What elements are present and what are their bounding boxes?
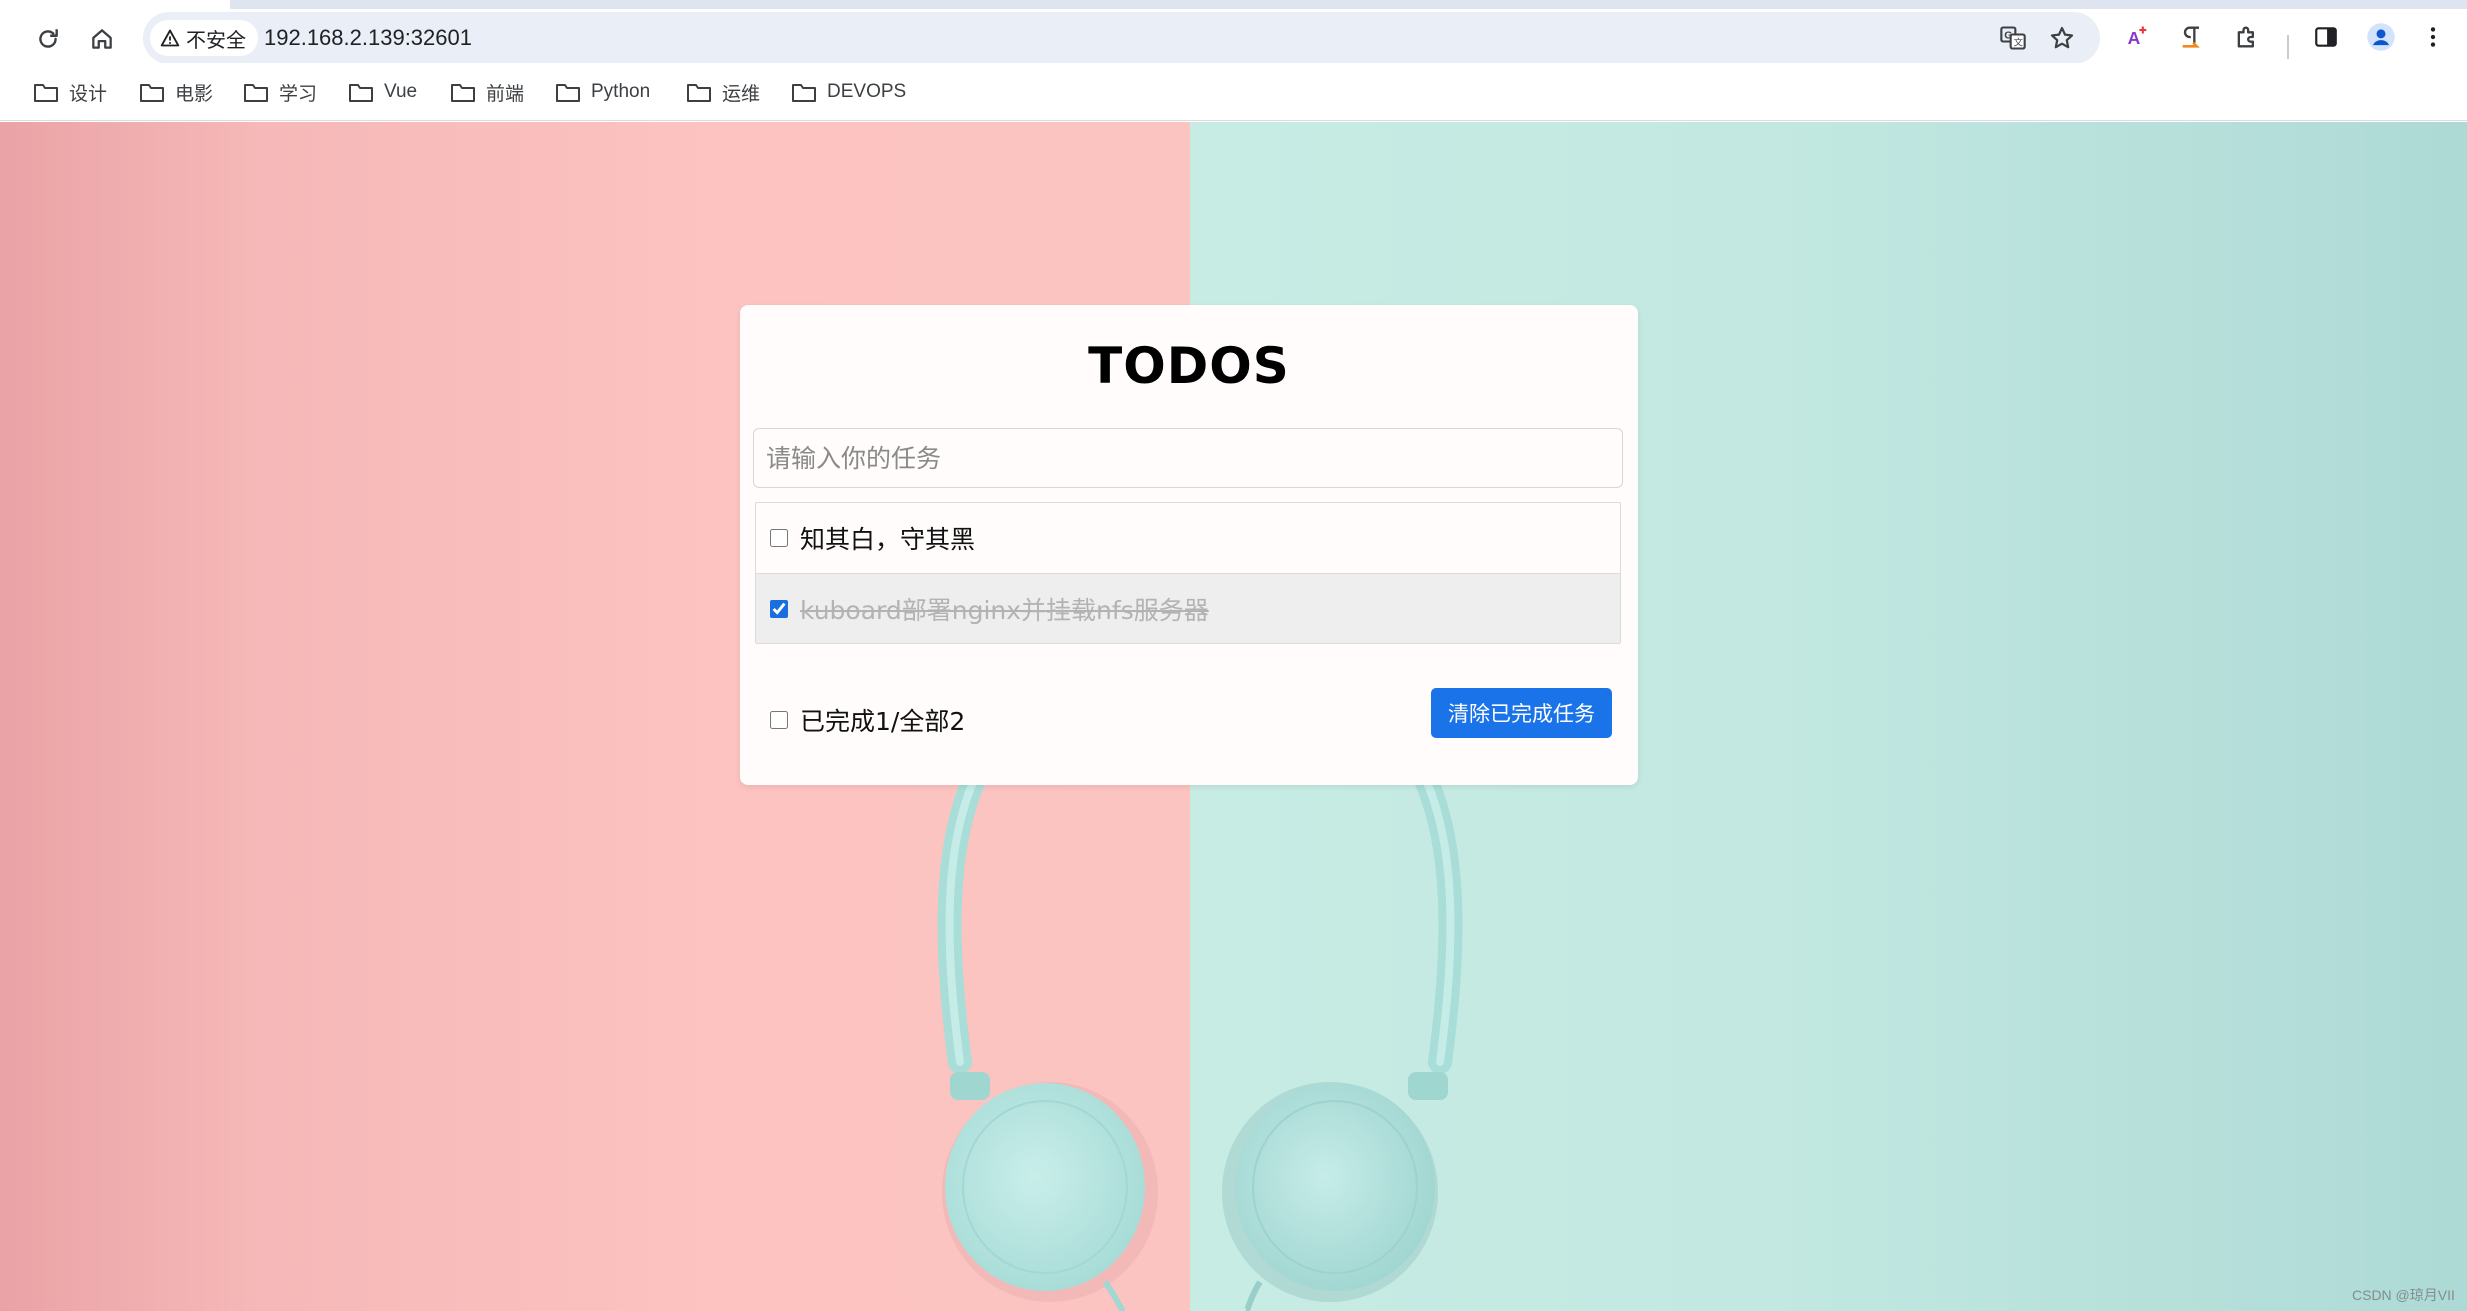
page-viewport: TODOS 知其白，守其黑 kuboard部署nginx并挂载nfs服务器 已完… [0,122,2467,1311]
bookmark-folder-ops[interactable]: 运维 [686,77,760,107]
security-chip[interactable]: 不安全 [150,20,258,56]
folder-icon [349,84,373,102]
select-all-toggle[interactable]: 已完成1/全部2 [770,702,965,738]
bookmark-folder-vue[interactable]: Vue [348,77,417,107]
extension-puzzle-icon[interactable] [2229,19,2265,55]
todo-item-checkbox[interactable] [770,599,788,618]
profile-icon[interactable] [2363,19,2399,55]
warning-icon [160,29,180,47]
task-input[interactable] [753,428,1623,488]
bookmark-label: Vue [384,81,418,102]
active-tab[interactable] [0,0,230,9]
bookmark-folder-movies[interactable]: 电影 [139,77,213,107]
todo-item-done[interactable]: kuboard部署nginx并挂载nfs服务器 [756,573,1620,643]
folder-icon [140,84,164,102]
address-bar[interactable]: 不安全 192.168.2.139:32601 G文 [143,12,2100,64]
todo-item-text: 知其白，守其黑 [800,525,976,554]
bookmark-label: 电影 [175,83,214,105]
bookmarks-bar: 设计 电影 学习 Vue 前端 Python 运维 DEVOPS [0,63,2467,121]
completion-summary: 已完成1/全部2 [800,707,966,736]
todo-item-checkbox[interactable] [770,529,788,547]
svg-text:A: A [2128,28,2141,48]
folder-icon [687,84,711,102]
bookmark-folder-design[interactable]: 设计 [33,77,107,107]
folder-icon [556,84,580,102]
menu-icon[interactable] [2415,19,2451,55]
bookmark-folder-python[interactable]: Python [555,77,650,107]
bookmark-folder-study[interactable]: 学习 [243,77,317,107]
todo-item[interactable]: 知其白，守其黑 [756,503,1620,573]
bookmark-label: DEVOPS [827,81,907,102]
todo-card: TODOS 知其白，守其黑 kuboard部署nginx并挂载nfs服务器 已完… [740,305,1638,785]
home-icon[interactable] [84,21,120,57]
todo-list: 知其白，守其黑 kuboard部署nginx并挂载nfs服务器 [755,502,1621,644]
paragraph-extension-icon[interactable] [2174,19,2210,55]
folder-icon [244,84,268,102]
security-label: 不安全 [186,29,246,52]
folder-icon [451,84,475,102]
star-icon[interactable] [2046,22,2078,54]
svg-text:文: 文 [2014,37,2023,49]
bookmark-folder-frontend[interactable]: 前端 [450,77,524,107]
folder-icon [34,84,58,102]
bookmark-label: 学习 [279,83,318,105]
browser-toolbar: 不安全 192.168.2.139:32601 G文 A [0,9,2467,64]
bookmark-label: 设计 [69,83,108,105]
reload-icon[interactable] [30,21,66,57]
folder-icon [792,84,816,102]
toolbar-separator [2287,35,2289,59]
clear-completed-button[interactable]: 清除已完成任务 [1431,688,1612,738]
translate-icon[interactable]: G文 [1997,22,2029,54]
bookmark-label: Python [591,81,651,102]
reader-extension-icon[interactable]: A [2119,19,2155,55]
page-title: TODOS [1088,337,1290,395]
tab-strip [0,0,2467,9]
select-all-checkbox[interactable] [770,711,788,729]
sidebar-icon[interactable] [2308,19,2344,55]
bookmark-folder-devops[interactable]: DEVOPS [791,77,906,107]
bookmark-label: 运维 [722,83,761,105]
bookmark-label: 前端 [486,83,525,105]
url-text[interactable]: 192.168.2.139:32601 [264,12,472,64]
watermark-text: CSDN @琼月VII [2352,1287,2455,1303]
todo-item-text: kuboard部署nginx并挂载nfs服务器 [800,595,1209,625]
